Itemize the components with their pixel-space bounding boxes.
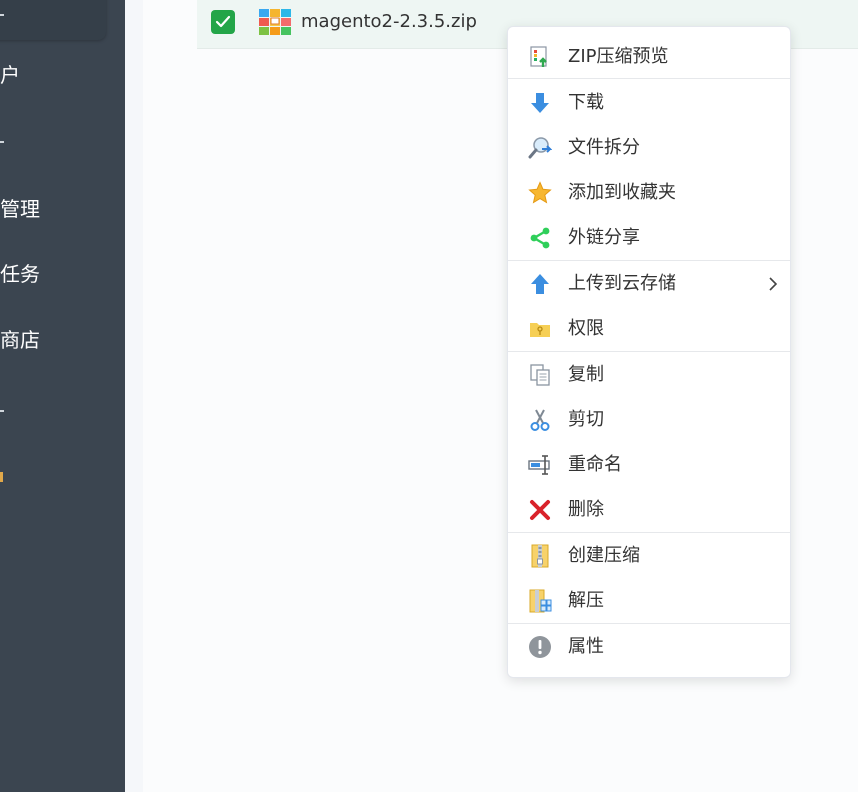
menu-item-label: 剪切 bbox=[568, 409, 604, 430]
menu-item-label: 添加到收藏夹 bbox=[568, 182, 676, 203]
file-checkbox[interactable] bbox=[211, 10, 235, 34]
menu-item-create-archive[interactable]: 创建压缩 bbox=[508, 536, 790, 576]
menu-item-label: 创建压缩 bbox=[568, 545, 640, 566]
menu-divider bbox=[508, 260, 790, 261]
menu-item-cut[interactable]: 剪切 bbox=[508, 400, 790, 440]
menu-item-properties[interactable]: 属性 bbox=[508, 627, 790, 667]
sidebar-item-fragment bbox=[0, 141, 4, 143]
menu-item-share[interactable]: 外链分享 bbox=[508, 218, 790, 258]
menu-item-label: 权限 bbox=[568, 318, 604, 339]
rename-icon bbox=[528, 455, 550, 475]
menu-item-delete[interactable]: 删除 bbox=[508, 490, 790, 530]
menu-item-download[interactable]: 下载 bbox=[508, 83, 790, 123]
menu-item-label: 文件拆分 bbox=[568, 137, 640, 158]
menu-item-rename[interactable]: 重命名 bbox=[508, 445, 790, 485]
upload-icon bbox=[531, 274, 549, 294]
sidebar-item-tasks[interactable]: 任务 bbox=[0, 262, 40, 286]
menu-item-label: 解压 bbox=[568, 590, 604, 611]
sidebar-item-management[interactable]: 管理 bbox=[0, 197, 40, 221]
share-icon bbox=[530, 227, 550, 249]
download-icon bbox=[531, 93, 549, 113]
sidebar-item-fragment bbox=[0, 410, 4, 412]
sidebar-active-item[interactable] bbox=[0, 0, 106, 40]
copy-icon bbox=[530, 364, 550, 386]
scissors-icon bbox=[530, 409, 550, 431]
menu-item-copy[interactable]: 复制 bbox=[508, 355, 790, 395]
sidebar-badge-dot bbox=[0, 472, 3, 482]
menu-item-permission[interactable]: 权限 bbox=[508, 309, 790, 349]
split-icon bbox=[528, 137, 552, 159]
menu-item-label: 删除 bbox=[568, 499, 604, 520]
delete-icon bbox=[530, 500, 550, 520]
menu-item-extract[interactable]: 解压 bbox=[508, 581, 790, 621]
menu-item-zip-preview[interactable]: ZIP压缩预览 bbox=[508, 37, 790, 77]
menu-divider bbox=[508, 532, 790, 533]
sidebar-item-account[interactable]: 户 bbox=[0, 63, 20, 87]
permission-folder-icon bbox=[530, 323, 550, 337]
info-icon bbox=[529, 636, 551, 658]
star-icon bbox=[528, 181, 552, 204]
check-icon bbox=[215, 15, 231, 28]
menu-item-label: 外链分享 bbox=[568, 227, 640, 248]
menu-item-label: 下载 bbox=[568, 92, 604, 113]
menu-item-label: ZIP压缩预览 bbox=[568, 46, 669, 67]
sidebar-item-store[interactable]: 商店 bbox=[0, 328, 40, 352]
extract-icon bbox=[529, 589, 552, 613]
file-name[interactable]: magento2-2.3.5.zip bbox=[301, 10, 477, 34]
menu-item-label: 重命名 bbox=[568, 454, 622, 475]
compress-icon bbox=[531, 544, 549, 568]
menu-item-upload-cloud[interactable]: 上传到云存储 bbox=[508, 264, 790, 304]
sidebar: 户 管理 任务 商店 bbox=[0, 0, 125, 792]
menu-item-label: 上传到云存储 bbox=[568, 273, 676, 294]
menu-item-split[interactable]: 文件拆分 bbox=[508, 128, 790, 168]
menu-item-label: 复制 bbox=[568, 364, 604, 385]
menu-item-label: 属性 bbox=[568, 636, 604, 657]
menu-divider bbox=[508, 351, 790, 352]
menu-divider bbox=[508, 78, 790, 79]
menu-item-favorite[interactable]: 添加到收藏夹 bbox=[508, 173, 790, 213]
chevron-right-icon bbox=[769, 277, 778, 291]
menu-divider bbox=[508, 623, 790, 624]
sidebar-item-fragment bbox=[0, 14, 4, 16]
zip-preview-icon bbox=[530, 46, 547, 67]
zip-file-icon bbox=[259, 9, 291, 35]
context-menu: ZIP压缩预览 下载 文件拆分 添加到收藏夹 外链分享 上传到云存储 权限 复制… bbox=[507, 26, 791, 678]
